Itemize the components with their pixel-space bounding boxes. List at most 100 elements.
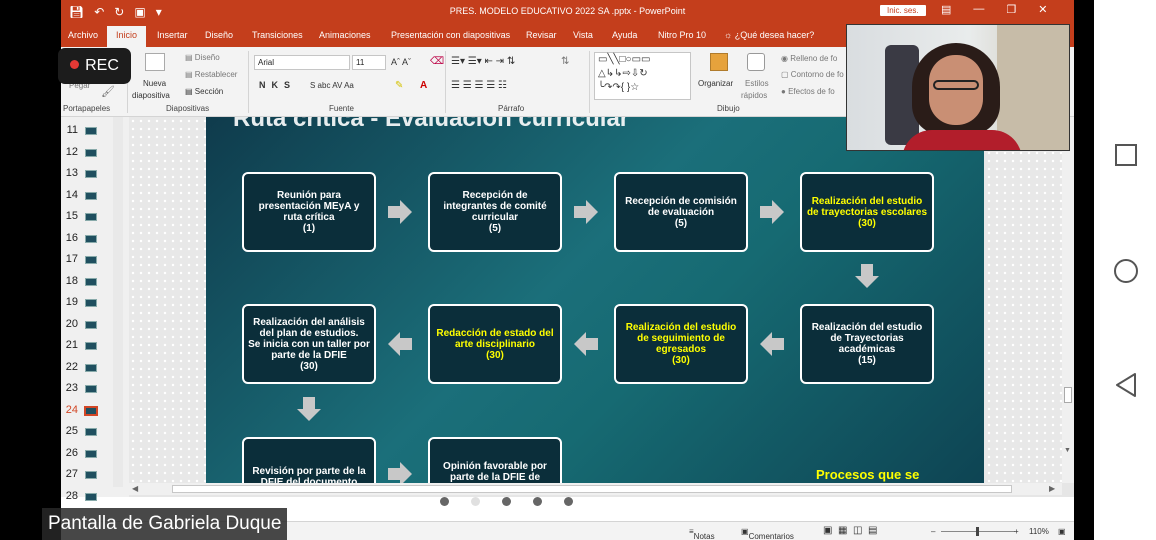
font-style-buttons[interactable]: NKS <box>259 80 296 90</box>
tab-ayuda[interactable]: Ayuda <box>612 30 637 40</box>
layout-button[interactable]: ▤ Diseño <box>185 53 220 62</box>
slide-thumbnail[interactable]: 25 <box>61 423 121 441</box>
tab-archivo[interactable]: Archivo <box>68 30 98 40</box>
slide-thumbnail[interactable]: 21 <box>61 337 121 355</box>
arrange-icon[interactable] <box>710 53 728 71</box>
close-icon[interactable]: ✕ <box>1038 3 1047 16</box>
slide-thumbnail[interactable]: 28 <box>61 488 121 506</box>
flow-box[interactable]: Recepción de comisión de evaluación (5) <box>614 172 748 252</box>
zoom-level[interactable]: 110% <box>1029 527 1049 536</box>
page-dot[interactable] <box>564 497 573 506</box>
highlight-icon[interactable]: ✎ <box>395 80 403 91</box>
font-name-select[interactable]: Arial <box>254 55 350 70</box>
zoom-out-icon[interactable]: – <box>931 527 935 536</box>
flow-box[interactable]: Recepción de integrantes de comité curricu… <box>428 172 562 252</box>
tab-inicio[interactable]: Inicio <box>107 26 147 47</box>
page-dot[interactable] <box>440 497 449 506</box>
minimize-icon[interactable]: — <box>973 3 984 16</box>
slide-thumbnail[interactable]: 14 <box>61 187 121 205</box>
format-painter-icon[interactable]: 🖌︎ <box>101 85 115 98</box>
slide-thumbnail[interactable]: 27 <box>61 466 121 484</box>
flow-box[interactable]: Redacción de estado del arte disciplinari… <box>428 304 562 384</box>
scroll-right-icon[interactable]: ▶ <box>1049 484 1055 493</box>
slide-thumbnail[interactable]: 24 <box>61 402 121 420</box>
bullets-icon[interactable]: ☰▾ ☰▾ ⇤ ⇥ ⇅ <box>451 56 515 67</box>
shapes-gallery[interactable]: ▭╲╲□○▭▭ △↳↳⇨⇩↻ ╰↷↷{ }☆ <box>594 52 691 100</box>
slide-thumbnail[interactable]: 13 <box>61 165 121 183</box>
section-button[interactable]: ▤ Sección <box>185 87 223 96</box>
tab-revisar[interactable]: Revisar <box>526 30 557 40</box>
view-buttons[interactable]: ▣ ▦ ◫ ▤ <box>823 525 877 536</box>
tab-vista[interactable]: Vista <box>573 30 593 40</box>
rapidos-label[interactable]: rápidos <box>741 91 767 100</box>
shape-fill-button[interactable]: ◉ Relleno de fo <box>781 54 837 63</box>
restore-icon[interactable]: ❐ <box>1006 3 1016 16</box>
slide-thumbnail[interactable]: 12 <box>61 144 121 162</box>
horizontal-scrollbar[interactable]: ◀ ▶ <box>129 483 1062 495</box>
tab-insertar[interactable]: Insertar <box>157 30 188 40</box>
quick-styles-icon[interactable] <box>747 53 765 71</box>
horizontal-scroll-thumb[interactable] <box>172 485 1012 493</box>
flow-box[interactable]: Opinión favorable por parte de la DFIE de… <box>428 437 562 483</box>
reset-button[interactable]: ▤ Restablecer <box>185 70 237 79</box>
tell-me-search[interactable]: ☼ ¿Qué desea hacer? <box>724 30 814 40</box>
slide-thumbnail[interactable]: 17 <box>61 251 121 269</box>
slide-thumbnail[interactable]: 22 <box>61 359 121 377</box>
ribbon-display-icon[interactable]: ▤ <box>941 3 951 16</box>
flow-box[interactable]: Realización del estudio de Trayectorias ac… <box>800 304 934 384</box>
scroll-thumb[interactable] <box>1064 387 1072 403</box>
page-dot[interactable] <box>502 497 511 506</box>
slide-title[interactable]: Ruta crítica - Evaluación curricular <box>233 117 629 133</box>
clear-format-icon[interactable]: ⌫ <box>430 56 444 67</box>
new-slide-icon[interactable] <box>145 53 165 71</box>
page-dot[interactable] <box>533 497 542 506</box>
flow-box[interactable]: Realización del análisis del plan de estu… <box>242 304 376 384</box>
tab-diseno[interactable]: Diseño <box>205 30 233 40</box>
flow-box[interactable]: Realización del estudio de seguimiento de… <box>614 304 748 384</box>
home-icon[interactable] <box>1113 258 1139 284</box>
comments-button[interactable]: ▣ Comentarios <box>741 527 794 540</box>
diapositiva-label[interactable]: diapositiva <box>132 91 170 100</box>
zoom-in-icon[interactable]: + <box>1014 527 1019 536</box>
text-direction-icon[interactable]: ⇅ <box>561 56 569 67</box>
flow-box[interactable]: Revisión por parte de la DFIE del documen… <box>242 437 376 483</box>
shape-outline-button[interactable]: ▢ Contorno de fo <box>781 70 844 79</box>
slide-thumbnail[interactable]: 20 <box>61 316 121 334</box>
nueva-label[interactable]: Nueva <box>143 79 166 88</box>
slide-thumbnail[interactable]: 23 <box>61 380 121 398</box>
slide-thumbnail[interactable]: 18 <box>61 273 121 291</box>
tab-nitro[interactable]: Nitro Pro 10 <box>658 30 706 40</box>
recents-icon[interactable] <box>1114 143 1138 167</box>
shape-effects-button[interactable]: ● Efectos de fo <box>781 87 835 96</box>
flow-box[interactable]: Realización del estudio de trayectorias e… <box>800 172 934 252</box>
scroll-down-icon[interactable]: ▼ <box>1064 447 1071 454</box>
tab-presentacion[interactable]: Presentación con diapositivas <box>391 30 510 40</box>
tab-animaciones[interactable]: Animaciones <box>319 30 371 40</box>
back-icon[interactable] <box>1114 372 1138 398</box>
font-size-select[interactable]: 11 <box>352 55 386 70</box>
align-icons[interactable]: ☰ ☰ ☰ ☰ ☷ <box>451 80 507 91</box>
slide-thumbnail[interactable]: 16 <box>61 230 121 248</box>
vertical-scrollbar[interactable]: ▲ ▼ <box>1062 117 1074 483</box>
slide[interactable]: Ruta crítica - Evaluación curricular Reu… <box>206 117 984 483</box>
thumbnail-scrollbar[interactable] <box>113 117 123 487</box>
fit-slide-icon[interactable]: ▣ <box>1058 527 1066 536</box>
slide-thumbnail[interactable]: 11 <box>61 122 121 140</box>
sign-in-button[interactable]: Inic. ses. <box>880 5 926 16</box>
font-effects-icon[interactable]: S abc AV Aa <box>310 81 354 90</box>
scroll-left-icon[interactable]: ◀ <box>132 484 138 493</box>
slide-thumbnail[interactable]: 19 <box>61 294 121 312</box>
font-color-icon[interactable]: A <box>420 80 427 91</box>
estilos-label[interactable]: Estilos <box>745 79 769 88</box>
page-dot-current[interactable] <box>471 497 480 506</box>
participant-video[interactable] <box>846 24 1070 151</box>
notes-button[interactable]: ≡ Notas <box>689 527 715 540</box>
procesos-text[interactable]: Procesos que se <box>816 467 919 482</box>
tab-transiciones[interactable]: Transiciones <box>252 30 303 40</box>
organizar-button[interactable]: Organizar <box>698 79 733 88</box>
slide-thumbnail[interactable]: 26 <box>61 445 121 463</box>
slide-thumbnail[interactable]: 15 <box>61 208 121 226</box>
grow-shrink-font-icon[interactable]: Aˆ Aˇ <box>391 57 411 67</box>
flow-box[interactable]: Reunión para presentación MEyA y ruta crít… <box>242 172 376 252</box>
zoom-slider-thumb[interactable] <box>976 527 979 536</box>
